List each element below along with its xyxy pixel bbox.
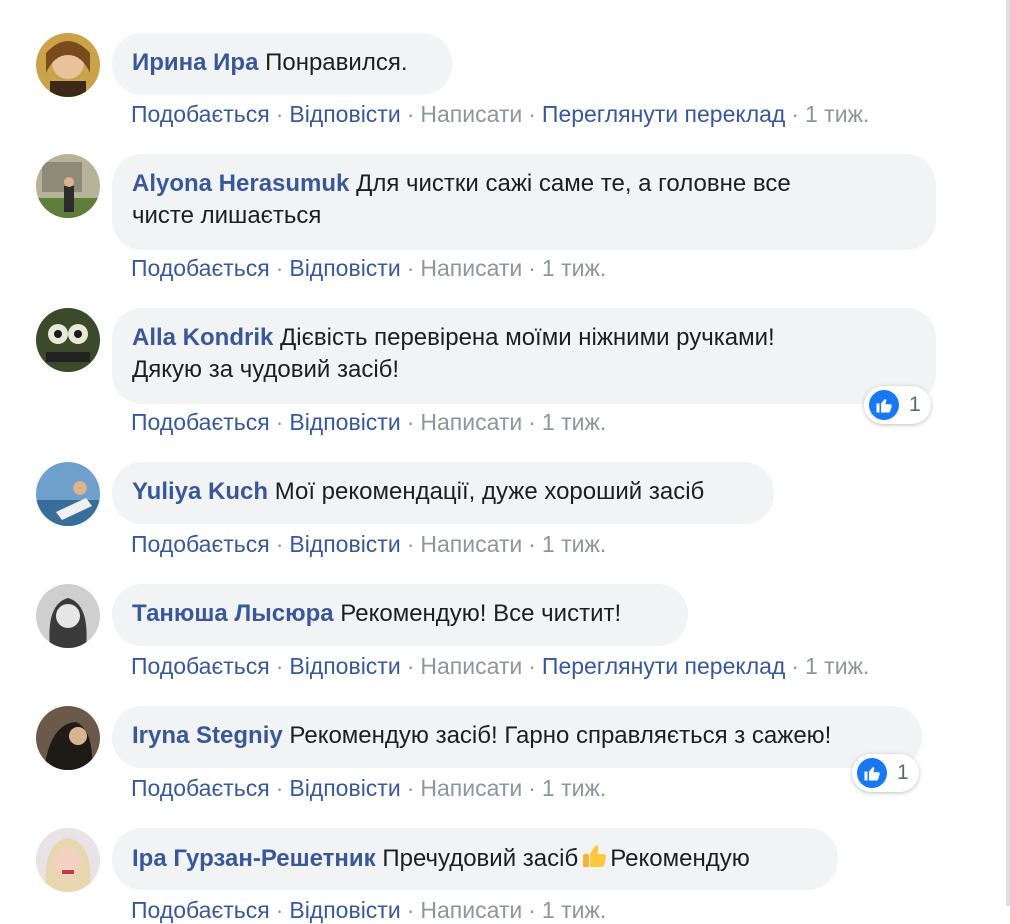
timestamp[interactable]: 1 тиж. <box>542 255 606 281</box>
separator: · <box>528 897 536 923</box>
like-link[interactable]: Подобається <box>131 409 270 435</box>
separator: · <box>275 531 284 557</box>
like-reaction-icon <box>869 390 899 420</box>
avatar[interactable] <box>36 462 100 526</box>
separator: · <box>275 897 284 923</box>
translate-link[interactable]: Переглянути переклад <box>542 101 785 127</box>
separator: · <box>791 101 799 127</box>
comment-actions: Подобається · Відповісти · Написати · 1 тиж. <box>131 531 606 558</box>
separator: · <box>528 255 536 281</box>
reaction-number: 1 <box>909 393 921 416</box>
reaction-number: 1 <box>897 761 909 784</box>
write-link[interactable]: Написати <box>420 775 522 801</box>
comment-bubble: Iryna Stegniy Рекомендую засіб! Гарно сп… <box>112 706 922 768</box>
separator: · <box>275 255 284 281</box>
comment-text: Пречудовий засіб <box>382 845 579 872</box>
timestamp[interactable]: 1 тиж. <box>805 653 869 679</box>
comment-actions: Подобається · Відповісти · Написати · 1 тиж. <box>131 775 606 802</box>
write-link[interactable]: Написати <box>420 653 522 679</box>
comment-author[interactable]: Alyona Herasumuk <box>132 170 349 197</box>
comment-text: Рекомендую! Все чистит! <box>340 600 622 627</box>
like-link[interactable]: Подобається <box>131 531 270 557</box>
comment-actions: Подобається · Відповісти · Написати · 1 тиж. <box>131 255 606 282</box>
like-reaction-icon <box>857 758 887 788</box>
separator: · <box>406 255 415 281</box>
reaction-count[interactable]: 1 <box>864 386 931 424</box>
comment-text: Мої рекомендації, дуже хороший засіб <box>274 478 705 505</box>
comment-bubble: Танюша Лысюра Рекомендую! Все чистит! <box>112 584 688 646</box>
separator: · <box>275 775 284 801</box>
separator: · <box>528 101 536 127</box>
comment-author[interactable]: Ирина Ира <box>132 49 258 76</box>
comment-author[interactable]: Танюша Лысюра <box>132 600 334 627</box>
reply-link[interactable]: Відповісти <box>289 255 400 281</box>
reply-link[interactable]: Відповісти <box>289 653 400 679</box>
comment-bubble: Alyona Herasumuk Для чистки сажі саме те… <box>112 154 936 250</box>
like-link[interactable]: Подобається <box>131 101 270 127</box>
separator: · <box>406 409 415 435</box>
comment-actions: Подобається · Відповісти · Написати · Переглян… <box>131 653 869 680</box>
reply-link[interactable]: Відповісти <box>289 531 400 557</box>
separator: · <box>406 775 415 801</box>
write-link[interactable]: Написати <box>420 531 522 557</box>
separator: · <box>791 653 799 679</box>
avatar[interactable] <box>36 154 100 218</box>
reply-link[interactable]: Відповісти <box>289 409 400 435</box>
comment-bubble: Іра Гурзан-Решетник Пречудовий засіб Реко… <box>112 828 838 890</box>
reply-link[interactable]: Відповісти <box>289 775 400 801</box>
timestamp[interactable]: 1 тиж. <box>542 775 606 801</box>
comment-text: Понравился. <box>265 49 408 76</box>
separator: · <box>528 653 536 679</box>
avatar[interactable] <box>36 308 100 372</box>
translate-link[interactable]: Переглянути переклад <box>542 653 785 679</box>
avatar[interactable] <box>36 706 100 770</box>
comment-text: Дієвість перевірена моїми ніжними ручкам… <box>280 324 775 351</box>
reply-link[interactable]: Відповісти <box>289 101 400 127</box>
write-link[interactable]: Написати <box>420 255 522 281</box>
separator: · <box>528 531 536 557</box>
separator: · <box>528 409 536 435</box>
separator: · <box>275 409 284 435</box>
like-link[interactable]: Подобається <box>131 653 270 679</box>
separator: · <box>406 101 415 127</box>
write-link[interactable]: Написати <box>420 409 522 435</box>
timestamp[interactable]: 1 тиж. <box>542 531 606 557</box>
comment-author[interactable]: Yuliya Kuch <box>132 478 268 505</box>
comment-actions: Подобається · Відповісти · Написати · Переглян… <box>131 101 869 128</box>
avatar[interactable] <box>36 33 100 97</box>
frame-border <box>1006 0 1010 906</box>
separator: · <box>528 775 536 801</box>
comment-author[interactable]: Alla Kondrik <box>132 324 273 351</box>
like-link[interactable]: Подобається <box>131 255 270 281</box>
timestamp[interactable]: 1 тиж. <box>542 409 606 435</box>
thumbs-up-emoji-icon <box>583 845 607 867</box>
like-link[interactable]: Подобається <box>131 775 270 801</box>
comment-actions: Подобається · Відповісти · Написати · 1 тиж. <box>131 409 606 436</box>
comment-text: Рекомендую засіб! Гарно справляється з с… <box>289 722 832 749</box>
comment-author[interactable]: Іра Гурзан-Решетник <box>132 845 376 872</box>
comment-bubble: Ирина Ира Понравился. <box>112 33 452 95</box>
reply-link[interactable]: Відповісти <box>289 897 400 923</box>
comment-text-line2: Дякую за чудовий засіб! <box>132 356 400 383</box>
reaction-count[interactable]: 1 <box>852 754 919 792</box>
separator: · <box>275 101 284 127</box>
separator: · <box>406 653 415 679</box>
comment-text: Для чистки сажі саме те, а головне все <box>356 170 791 197</box>
comment-text-after-emoji: Рекомендую <box>610 845 750 872</box>
comment-bubble: Alla Kondrik Дієвість перевірена моїми н… <box>112 308 936 404</box>
timestamp[interactable]: 1 тиж. <box>805 101 869 127</box>
avatar[interactable] <box>36 584 100 648</box>
like-link[interactable]: Подобається <box>131 897 270 923</box>
timestamp[interactable]: 1 тиж. <box>542 897 606 923</box>
comment-actions: Подобається · Відповісти · Написати · 1 тиж. <box>131 897 606 924</box>
comment-author[interactable]: Iryna Stegniy <box>132 722 283 749</box>
write-link[interactable]: Написати <box>420 897 522 923</box>
separator: · <box>406 531 415 557</box>
separator: · <box>406 897 415 923</box>
write-link[interactable]: Написати <box>420 101 522 127</box>
separator: · <box>275 653 284 679</box>
comment-text-line2: чисте лишається <box>132 202 322 229</box>
comment-bubble: Yuliya Kuch Мої рекомендації, дуже хорош… <box>112 462 774 524</box>
avatar[interactable] <box>36 828 100 892</box>
